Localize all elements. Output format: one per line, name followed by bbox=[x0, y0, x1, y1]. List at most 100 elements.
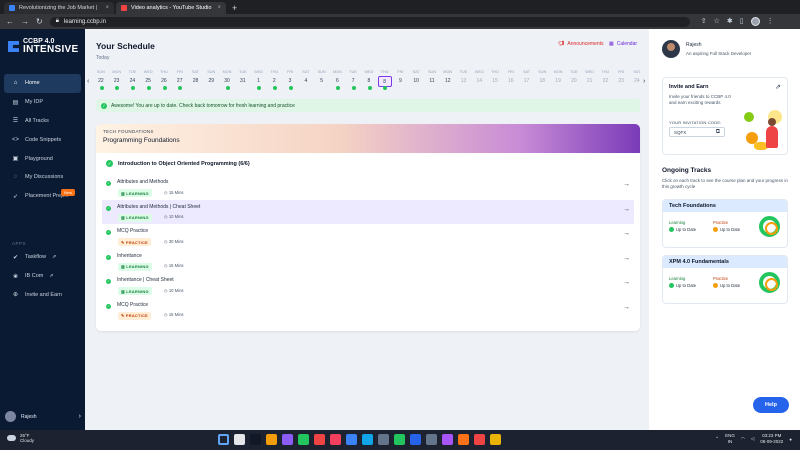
day-cell[interactable]: THU 22 bbox=[598, 69, 614, 93]
close-icon[interactable]: × bbox=[105, 5, 109, 11]
day-cell[interactable]: FRI 3 bbox=[282, 69, 298, 93]
back-icon[interactable]: ← bbox=[6, 17, 14, 26]
announcements-link[interactable]: 📢︎ Announcements bbox=[558, 41, 604, 47]
sidebar-item-my-discussions[interactable]: ◌ My Discussions bbox=[4, 168, 81, 187]
taskbar-app-icon[interactable] bbox=[250, 434, 261, 445]
day-cell[interactable]: WED 14 bbox=[471, 69, 487, 93]
notification-icon[interactable]: ● bbox=[789, 437, 792, 442]
course-item[interactable]: ✓ Attributes and Methods | Cheat Sheet ▥ L… bbox=[102, 199, 634, 225]
day-cell[interactable]: FRI 27 bbox=[172, 69, 188, 93]
taskbar-app-icon[interactable] bbox=[442, 434, 453, 445]
taskbar-app-icon[interactable] bbox=[474, 434, 485, 445]
browser-tab[interactable]: Video analytics - YouTube Studio × bbox=[116, 2, 226, 14]
course-item[interactable]: ✓ MCQ Practice ✎ PRACTICE ◷ 15 Mins → bbox=[102, 298, 634, 323]
sidebar-user[interactable]: Rajesh › bbox=[5, 411, 81, 422]
taskbar-app-icon[interactable] bbox=[330, 434, 341, 445]
day-cell[interactable]: TUE 7 bbox=[345, 69, 361, 93]
bookmark-icon[interactable]: ☆ bbox=[714, 17, 720, 26]
taskbar-app-icon[interactable] bbox=[266, 434, 277, 445]
day-cell[interactable]: SAT 10 bbox=[408, 69, 424, 93]
sidebar-item-code-snippets[interactable]: <> Code Snippets bbox=[4, 130, 81, 149]
day-cell[interactable]: MON 30 bbox=[219, 69, 235, 93]
day-cell[interactable]: THU 2 bbox=[266, 69, 282, 93]
course-item[interactable]: ✓ Inheritance | Cheat Sheet ▥ LEARNING ◷ 10… bbox=[102, 273, 634, 298]
chevron-left-icon[interactable]: ‹ bbox=[87, 78, 89, 85]
day-cell[interactable]: WED 1 bbox=[251, 69, 267, 93]
chevron-right-icon[interactable]: › bbox=[643, 78, 645, 85]
url-field[interactable]: 🔒︎ learning.ccbp.in bbox=[49, 16, 690, 27]
taskbar-app-icon[interactable] bbox=[410, 434, 421, 445]
course-item[interactable]: ✓ Attributes and Methods ▥ LEARNING ◷ 15 Mi… bbox=[102, 175, 634, 200]
day-cell[interactable]: MON 19 bbox=[550, 69, 566, 93]
copy-icon[interactable]: ⧉ bbox=[716, 129, 720, 136]
taskbar-app-icon[interactable] bbox=[218, 434, 229, 445]
day-cell[interactable]: SUN 18 bbox=[534, 69, 550, 93]
weather-widget[interactable]: 26°F Cloudy bbox=[7, 433, 34, 443]
taskbar-app-icon[interactable] bbox=[298, 434, 309, 445]
sidebar-item-my-idp[interactable]: ▤ My IDP bbox=[4, 93, 81, 112]
taskbar-app-icon[interactable] bbox=[458, 434, 469, 445]
sidebar-item-placement-prep[interactable]: ➶ Placement Prep... New bbox=[4, 187, 81, 206]
day-cell[interactable]: THU 26 bbox=[156, 69, 172, 93]
invite-card[interactable]: Invite and Earn Invite your friends to C… bbox=[662, 77, 788, 155]
sidepanel-icon[interactable]: ▯ bbox=[740, 17, 744, 26]
new-tab-icon[interactable]: + bbox=[228, 2, 241, 14]
chevron-up-icon[interactable]: ⌃ bbox=[715, 436, 719, 442]
taskbar-app-icon[interactable] bbox=[394, 434, 405, 445]
reload-icon[interactable]: ↻ bbox=[36, 17, 43, 26]
arrow-right-icon[interactable]: → bbox=[623, 255, 630, 262]
day-cell[interactable]: THU 15 bbox=[487, 69, 503, 93]
day-cell[interactable]: SUN 22 bbox=[93, 69, 109, 93]
sidebar-item-home[interactable]: ⌂ Home bbox=[4, 74, 81, 93]
day-cell[interactable]: MON 6 bbox=[329, 69, 345, 93]
day-cell[interactable]: SUN 5 bbox=[314, 69, 330, 93]
day-cell[interactable]: FRI 23 bbox=[613, 69, 629, 93]
day-cell[interactable]: TUE 24 bbox=[125, 69, 141, 93]
day-cell[interactable]: WED 25 bbox=[140, 69, 156, 93]
menu-icon[interactable]: ⋮ bbox=[767, 17, 774, 26]
sidebar-item-playground[interactable]: ▣ Playground bbox=[4, 149, 81, 168]
day-cell[interactable]: WED 8 bbox=[361, 69, 377, 93]
day-cell[interactable]: TUE 31 bbox=[235, 69, 251, 93]
external-link-icon[interactable]: ⇗ bbox=[775, 83, 781, 91]
taskbar-app-icon[interactable] bbox=[282, 434, 293, 445]
day-cell[interactable]: THU 8 bbox=[377, 69, 393, 93]
close-icon[interactable]: × bbox=[217, 5, 221, 11]
day-cell[interactable]: MON 12 bbox=[440, 69, 456, 93]
day-cell[interactable]: SAT 17 bbox=[519, 69, 535, 93]
arrow-right-icon[interactable]: → bbox=[623, 230, 630, 237]
taskbar-app-icon[interactable] bbox=[362, 434, 373, 445]
wifi-icon[interactable]: ◠ bbox=[741, 436, 745, 442]
forward-icon[interactable]: → bbox=[21, 17, 29, 26]
language-indicator[interactable]: ENG IN bbox=[725, 433, 735, 445]
share-icon[interactable]: ⇪ bbox=[701, 17, 707, 26]
profile-avatar[interactable] bbox=[750, 17, 760, 26]
day-cell[interactable]: SAT 4 bbox=[298, 69, 314, 93]
sidebar-app-taskflow[interactable]: ✔ Taskflow ⇗ bbox=[4, 248, 81, 267]
taskbar-app-icon[interactable] bbox=[378, 434, 389, 445]
day-cell[interactable]: FRI 9 bbox=[393, 69, 409, 93]
arrow-right-icon[interactable]: → bbox=[623, 279, 630, 286]
track-card[interactable]: XPM 4.0 Fundamentals Learning Up to Date Pr… bbox=[662, 255, 788, 304]
course-item[interactable]: ✓ MCQ Practice ✎ PRACTICE ◷ 30 Mins → bbox=[102, 224, 634, 249]
taskbar-app-icon[interactable] bbox=[490, 434, 501, 445]
taskbar-app-icon[interactable] bbox=[346, 434, 357, 445]
ccbp-logo[interactable]: CCBP 4.0 INTENSIVE bbox=[8, 38, 79, 55]
sidebar-app-invite-and-earn[interactable]: ⊕ Invite and Earn bbox=[4, 286, 81, 305]
day-cell[interactable]: FRI 16 bbox=[503, 69, 519, 93]
day-cell[interactable]: TUE 13 bbox=[456, 69, 472, 93]
taskbar-app-icon[interactable] bbox=[426, 434, 437, 445]
browser-tab[interactable]: Revolutionizing the Job Market | × bbox=[4, 2, 114, 14]
day-cell[interactable]: MON 23 bbox=[109, 69, 125, 93]
day-cell[interactable]: TUE 20 bbox=[566, 69, 582, 93]
course-item[interactable]: ✓ Inheritance ▥ LEARNING ◷ 15 Mins → bbox=[102, 249, 634, 274]
track-card[interactable]: Tech Foundations Learning Up to Date Practi… bbox=[662, 199, 788, 248]
volume-icon[interactable]: ◁ bbox=[751, 436, 754, 442]
day-cell[interactable]: SUN 29 bbox=[203, 69, 219, 93]
sidebar-item-all-tracks[interactable]: ☰ All Tracks bbox=[4, 112, 81, 131]
day-cell[interactable]: SUN 11 bbox=[424, 69, 440, 93]
sidebar-app-ib-com[interactable]: ❀ IB Com ⇗ bbox=[4, 267, 81, 286]
calendar-link[interactable]: ▦ Calendar bbox=[609, 41, 637, 47]
clock[interactable]: 03:23 PM 08-09-2022 bbox=[760, 433, 783, 445]
extensions-icon[interactable]: ✱ bbox=[727, 17, 733, 26]
